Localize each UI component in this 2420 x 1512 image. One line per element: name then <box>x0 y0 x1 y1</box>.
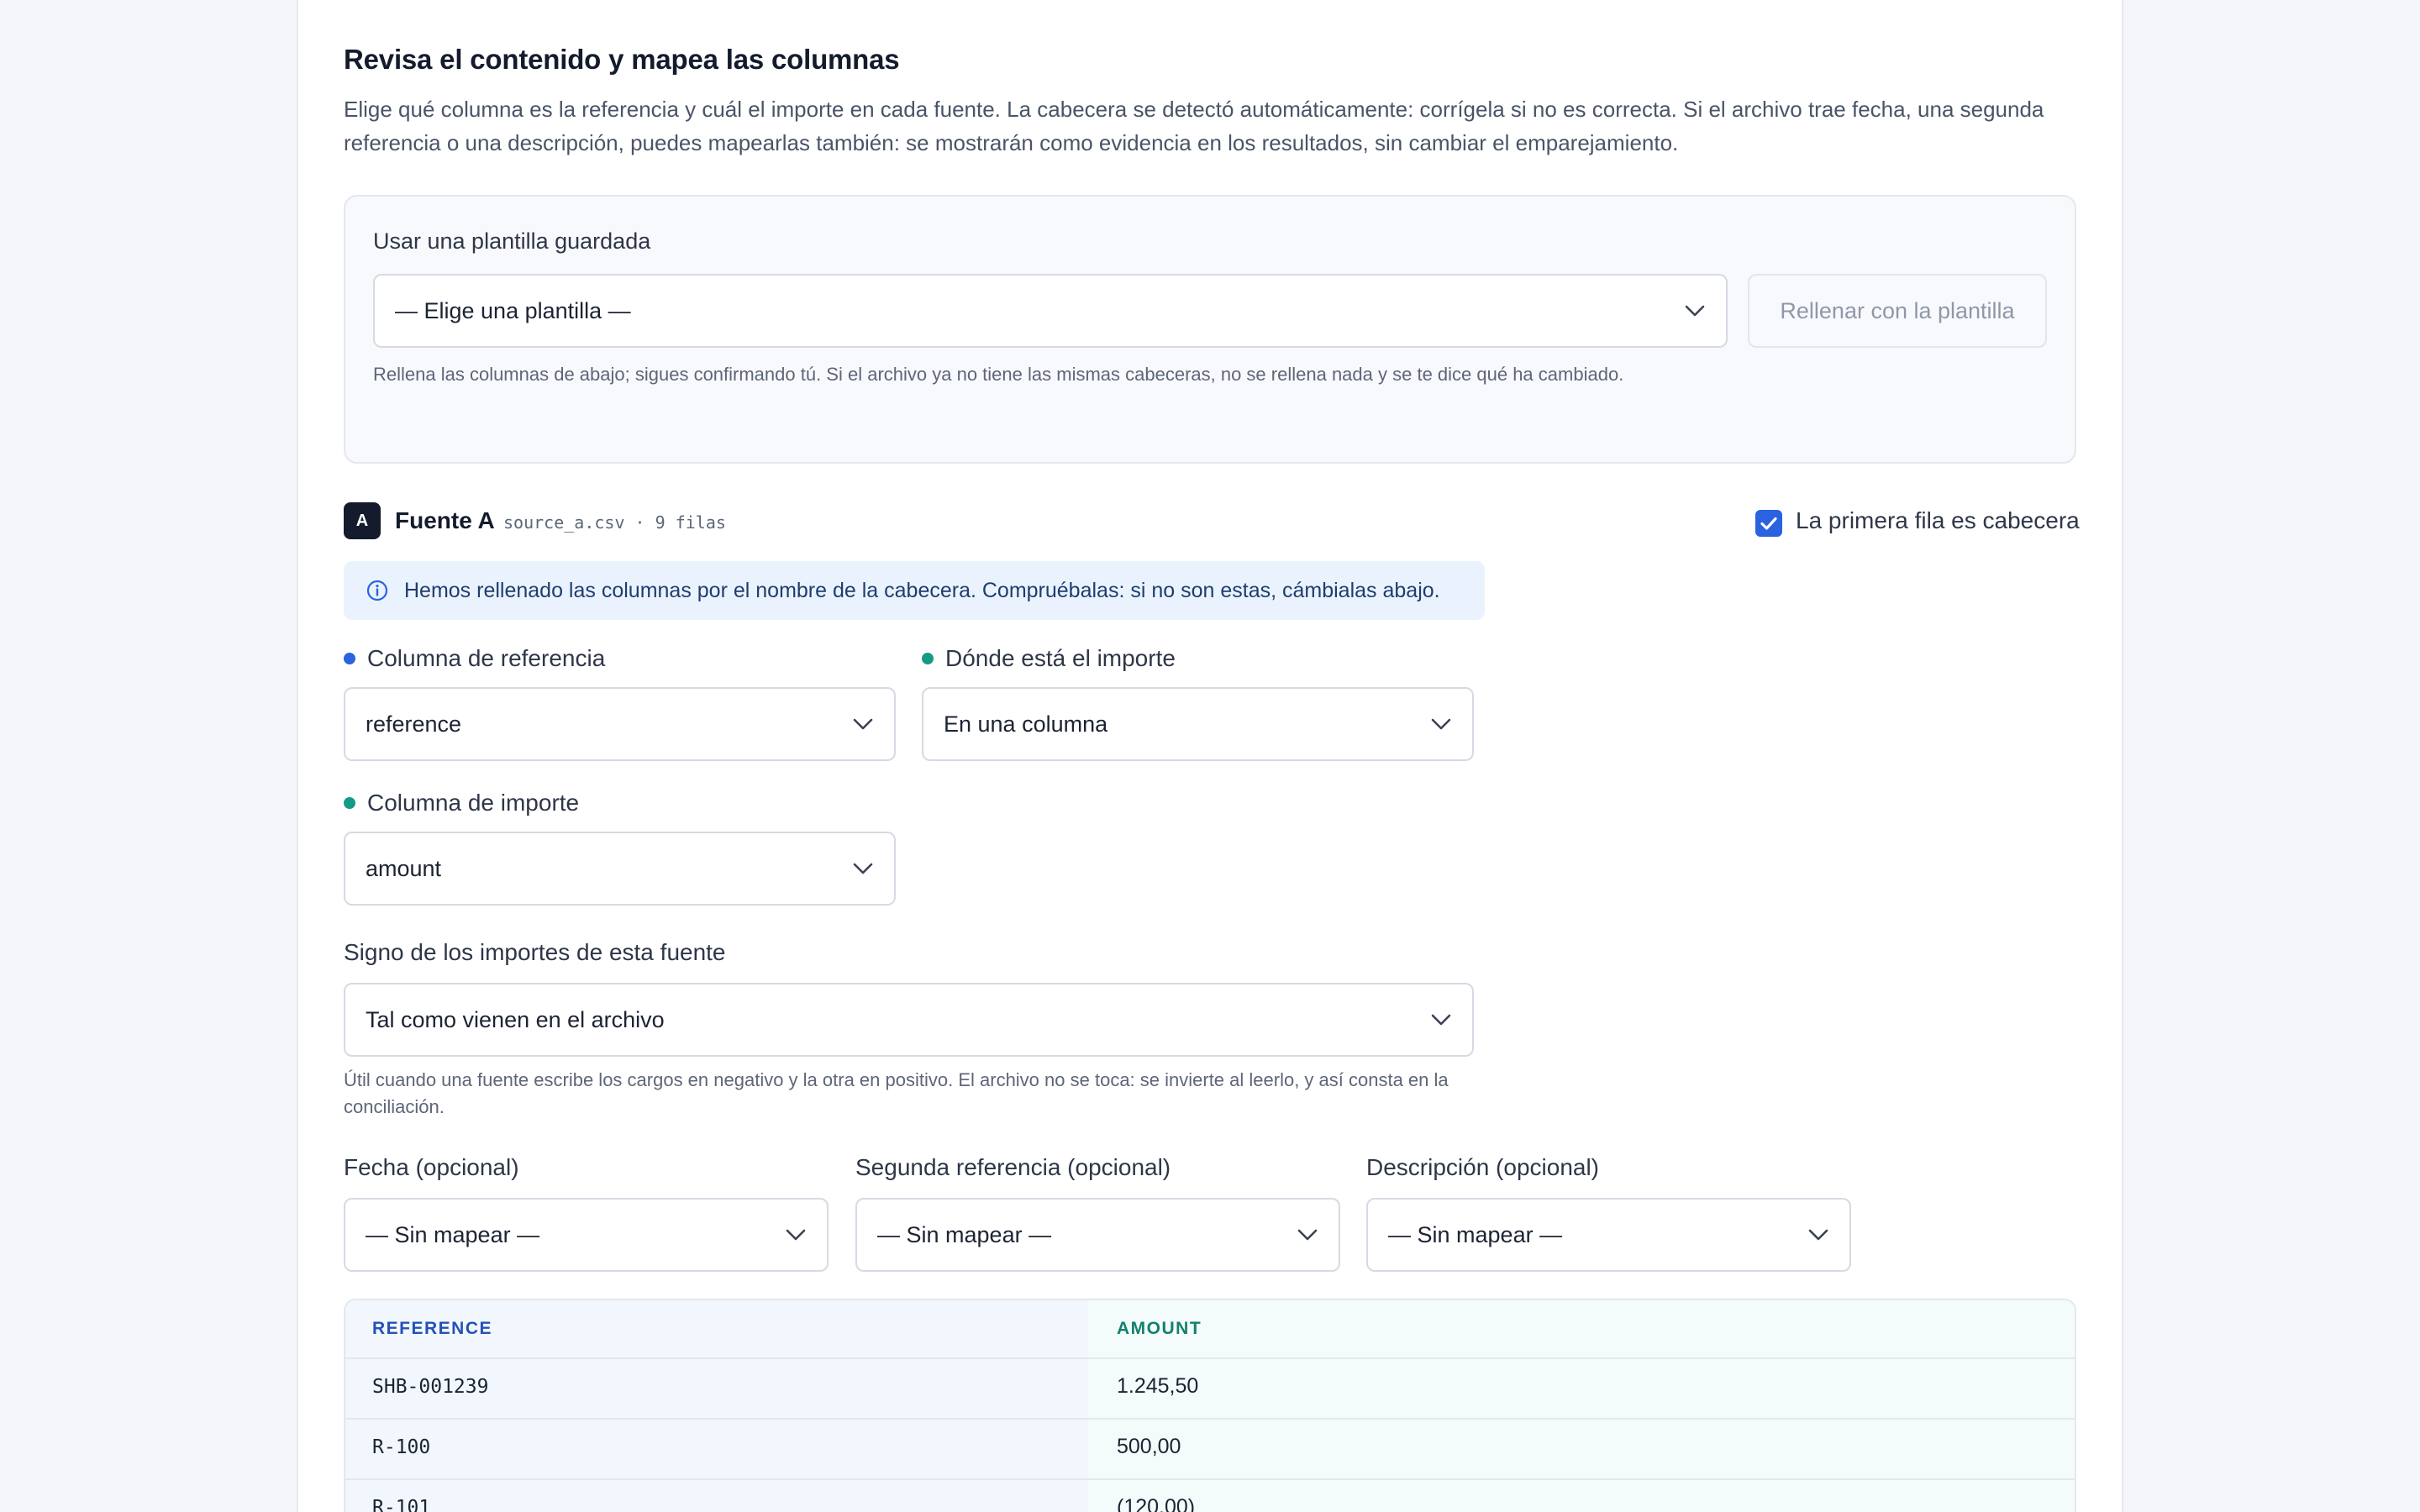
amount-location-field-label: Dónde está el importe <box>922 645 1176 672</box>
description-select-value: — Sin mapear — <box>1388 1221 1563 1247</box>
row-divider <box>345 1418 2075 1420</box>
table-header-amount: AMOUNT <box>1117 1319 1202 1338</box>
chevron-down-icon <box>1297 1229 1318 1241</box>
description-select[interactable]: — Sin mapear — <box>1366 1198 1851 1272</box>
reference-field-label: Columna de referencia <box>344 645 605 672</box>
chevron-down-icon <box>1431 1014 1451 1026</box>
amount-dot <box>344 796 355 809</box>
table-cell-amount: (120,00) <box>1117 1495 1196 1512</box>
second-ref-select-value: — Sin mapear — <box>877 1221 1052 1247</box>
info-icon <box>366 580 388 601</box>
header-row-label[interactable]: La primera fila es cabecera <box>1796 507 2080 534</box>
template-select[interactable]: — Elige una plantilla — <box>373 274 1728 348</box>
date-field-label: Fecha (opcional) <box>344 1154 519 1180</box>
amount-column-bg <box>1088 1300 2075 1512</box>
reference-label-text: Columna de referencia <box>367 645 606 671</box>
amount-label-text: Columna de importe <box>367 790 580 816</box>
amount-location-select-value: En una columna <box>944 711 1108 737</box>
sign-hint: Útil cuando una fuente escribe los cargo… <box>344 1069 1449 1117</box>
source-badge: A <box>344 502 381 539</box>
description-field-label: Descripción (opcional) <box>1366 1154 1600 1180</box>
chevron-down-icon <box>786 1229 806 1241</box>
amount-select-value: amount <box>366 855 442 881</box>
source-meta: source_a.csv · 9 filas <box>503 512 726 533</box>
amount-location-label-text: Dónde está el importe <box>945 645 1176 671</box>
table-cell-amount: 1.245,50 <box>1117 1374 1199 1398</box>
reference-dot <box>344 652 355 664</box>
chevron-down-icon <box>1808 1229 1828 1241</box>
second-ref-field-label: Segunda referencia (opcional) <box>855 1154 1171 1180</box>
chevron-down-icon <box>1431 718 1451 730</box>
source-name: Fuente A <box>395 507 495 533</box>
template-hint: Rellena las columnas de abajo; sigues co… <box>373 364 1624 385</box>
section-title: Revisa el contenido y mapea las columnas <box>344 44 900 75</box>
section-description: Elige qué columna es la referencia y cuá… <box>344 97 2044 155</box>
reference-select-value: reference <box>366 711 462 737</box>
apply-template-button[interactable]: Rellenar con la plantilla <box>1748 274 2047 348</box>
info-banner: Hemos rellenado las columnas por el nomb… <box>344 561 1485 620</box>
row-divider <box>345 1478 2075 1480</box>
info-message: Hemos rellenado las columnas por el nomb… <box>404 578 1440 602</box>
amount-location-dot <box>922 652 934 664</box>
header-row-checkbox[interactable] <box>1755 510 1782 537</box>
table-cell-amount: 500,00 <box>1117 1435 1181 1458</box>
chevron-down-icon <box>853 718 873 730</box>
template-label: Usar una plantilla guardada <box>373 228 651 254</box>
table-cell-reference: SHB-001239 <box>372 1376 489 1398</box>
reference-select[interactable]: reference <box>344 687 896 761</box>
amount-location-select[interactable]: En una columna <box>922 687 1474 761</box>
preview-table: REFERENCE AMOUNT SHB-001239 1.245,50 R-1… <box>344 1299 2076 1512</box>
table-header-reference: REFERENCE <box>372 1319 493 1338</box>
chevron-down-icon <box>853 863 873 874</box>
amount-select[interactable]: amount <box>344 832 896 906</box>
date-select[interactable]: — Sin mapear — <box>344 1198 829 1272</box>
second-ref-select[interactable]: — Sin mapear — <box>855 1198 1340 1272</box>
table-cell-reference: R-101 <box>372 1497 431 1512</box>
amount-field-label: Columna de importe <box>344 790 579 816</box>
template-select-value: — Elige una plantilla — <box>395 297 631 323</box>
chevron-down-icon <box>1685 305 1705 317</box>
date-select-value: — Sin mapear — <box>366 1221 540 1247</box>
sign-select-value: Tal como vienen en el archivo <box>366 1006 665 1032</box>
sign-select[interactable]: Tal como vienen en el archivo <box>344 983 1474 1057</box>
check-icon <box>1760 517 1777 530</box>
table-cell-reference: R-100 <box>372 1436 431 1458</box>
row-divider <box>345 1357 2075 1359</box>
sign-field-label: Signo de los importes de esta fuente <box>344 939 726 965</box>
